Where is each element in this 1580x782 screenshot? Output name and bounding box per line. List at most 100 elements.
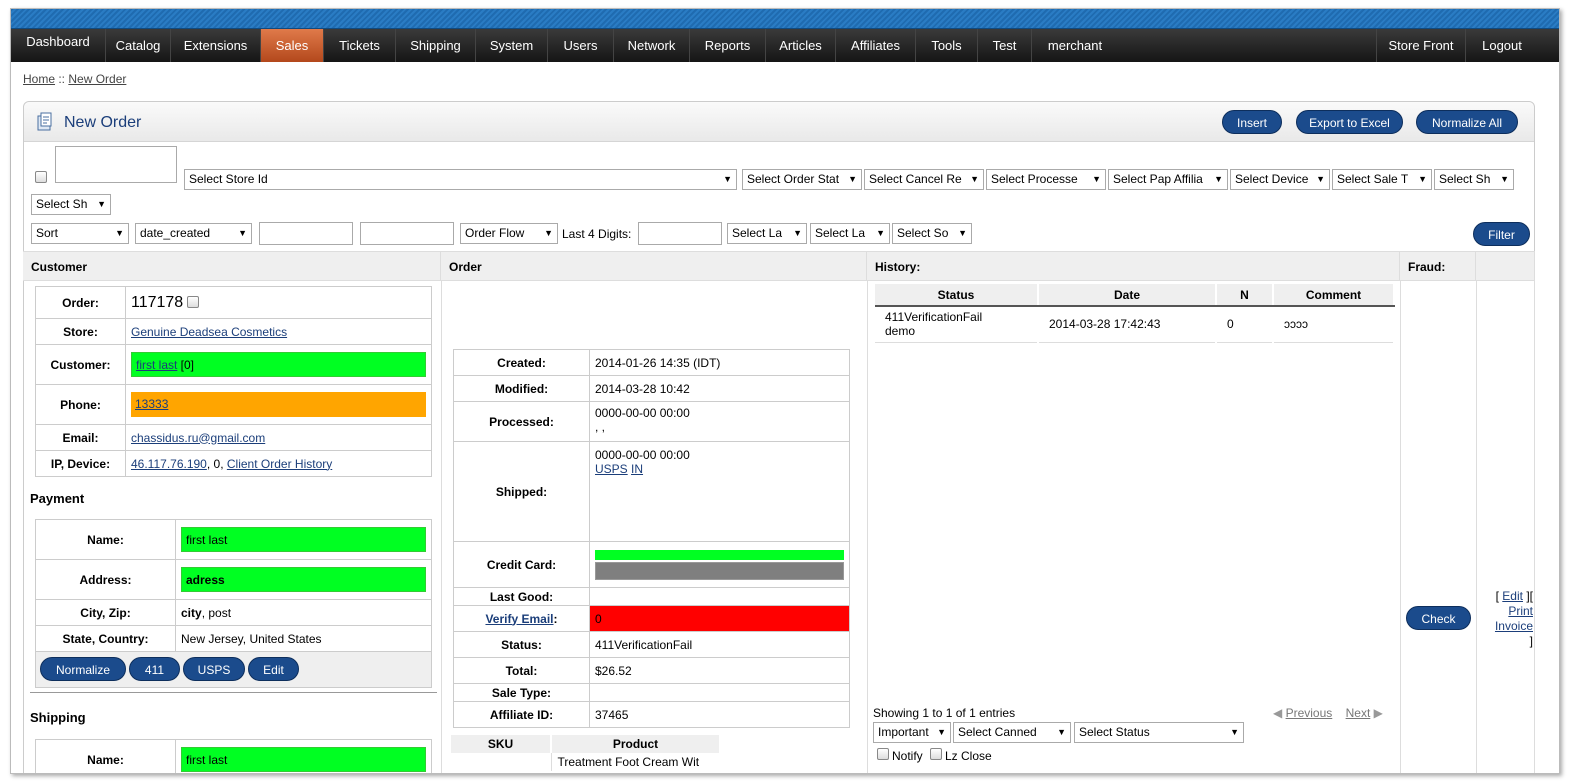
verify-email-link[interactable]: Verify Email xyxy=(485,612,553,626)
date-from-input[interactable] xyxy=(259,222,353,245)
411-button[interactable]: 411 xyxy=(129,657,180,681)
ip-link[interactable]: 46.117.76.190 xyxy=(131,457,207,471)
la-select-2[interactable]: Select La ▼ xyxy=(810,223,890,244)
invoice-link[interactable]: Invoice xyxy=(1495,619,1533,633)
history-n-header[interactable]: N xyxy=(1216,284,1274,307)
sale-type-select[interactable]: Select Sale T ▼ xyxy=(1332,169,1432,190)
history-status-header[interactable]: Status xyxy=(875,284,1039,307)
nav-merchant[interactable]: merchant xyxy=(1032,29,1118,62)
chevron-down-icon: ▼ xyxy=(1316,174,1325,184)
device-select[interactable]: Select Device ▼ xyxy=(1230,169,1330,190)
processed-select[interactable]: Select Processe ▼ xyxy=(986,169,1106,190)
status-select-value: Select Status xyxy=(1079,725,1150,739)
nav-store-front[interactable]: Store Front xyxy=(1376,29,1466,62)
city-label: City, Zip: xyxy=(35,599,176,626)
normalize-all-button[interactable]: Normalize All xyxy=(1416,110,1518,134)
box-header: New Order Insert Export to Excel Normali… xyxy=(24,102,1534,142)
so-select[interactable]: Select So ▼ xyxy=(892,223,972,244)
customer-link[interactable]: first last xyxy=(136,358,177,372)
nav-users[interactable]: Users xyxy=(548,29,614,62)
created-value: 2014-01-26 14:35 (IDT) xyxy=(589,349,850,376)
order-status-select[interactable]: Select Order Stat ▼ xyxy=(742,169,862,190)
print-link[interactable]: Print xyxy=(1508,604,1533,618)
last4-input[interactable] xyxy=(638,222,722,245)
select-all-checkbox[interactable] xyxy=(35,171,47,183)
email-label: Email: xyxy=(35,424,126,451)
insert-button[interactable]: Insert xyxy=(1222,110,1282,134)
ship-usps-link[interactable]: USPS xyxy=(595,462,628,476)
status-label: Status: xyxy=(453,631,590,658)
breadcrumb-current[interactable]: New Order xyxy=(68,72,126,86)
nav-reports[interactable]: Reports xyxy=(690,29,766,62)
breadcrumb: Home :: New Order xyxy=(23,72,126,86)
search-textarea[interactable] xyxy=(55,146,177,183)
ship-in-link[interactable]: IN xyxy=(631,462,643,476)
sort-field-value: date_created xyxy=(140,226,211,240)
sku-header: SKU xyxy=(451,735,552,753)
important-select[interactable]: Important ▼ xyxy=(873,722,951,743)
lz-close-checkbox[interactable] xyxy=(930,748,942,760)
nav-logout[interactable]: Logout xyxy=(1466,29,1538,62)
zip-value: , post xyxy=(201,605,232,620)
edit-payment-button[interactable]: Edit xyxy=(248,657,299,681)
shipped-value: 0000-00-00 00:00 xyxy=(595,448,690,462)
history-date-header[interactable]: Date xyxy=(1038,284,1217,307)
nav-extensions[interactable]: Extensions xyxy=(171,29,261,62)
chevron-down-icon: ▼ xyxy=(848,174,857,184)
order-flow-select[interactable]: Order Flow ▼ xyxy=(460,223,558,244)
notify-checkbox[interactable] xyxy=(877,748,889,760)
nav-test[interactable]: Test xyxy=(978,29,1032,62)
processed-extra: , , xyxy=(595,420,606,434)
usps-button[interactable]: USPS xyxy=(183,657,245,681)
device-value: , 0, xyxy=(206,456,227,471)
sort-select[interactable]: Sort ▼ xyxy=(31,223,129,244)
history-comment-header[interactable]: Comment xyxy=(1273,284,1395,307)
chevron-down-icon: ▼ xyxy=(1214,174,1223,184)
export-excel-button[interactable]: Export to Excel xyxy=(1296,110,1403,134)
nav-tools[interactable]: Tools xyxy=(916,29,978,62)
sort-field-select[interactable]: date_created ▼ xyxy=(135,223,252,244)
phone-link[interactable]: 13333 xyxy=(135,397,168,411)
nav-network[interactable]: Network xyxy=(614,29,690,62)
ship-select-1[interactable]: Select Sh ▼ xyxy=(1434,169,1514,190)
date-to-input[interactable] xyxy=(360,222,454,245)
notify-label: Notify xyxy=(892,749,923,763)
nav-system[interactable]: System xyxy=(476,29,548,62)
order-checkbox[interactable] xyxy=(186,295,199,308)
chevron-down-icon: ▼ xyxy=(876,228,885,238)
client-history-link[interactable]: Client Order History xyxy=(227,457,332,471)
store-select[interactable]: Select Store Id ▼ xyxy=(184,169,737,190)
processed-value: 0000-00-00 00:00 xyxy=(595,406,690,420)
nav-tickets[interactable]: Tickets xyxy=(324,29,396,62)
status-select[interactable]: Select Status ▼ xyxy=(1074,722,1244,743)
next-link[interactable]: Next xyxy=(1346,706,1371,720)
address-label: Address: xyxy=(35,559,176,600)
product-table: SKU Product Treatment Foot Cream Wit xyxy=(451,735,719,771)
nav-catalog[interactable]: Catalog xyxy=(106,29,171,62)
filter-button[interactable]: Filter xyxy=(1473,222,1530,246)
ip-label: IP, Device: xyxy=(35,450,126,477)
canned-select[interactable]: Select Canned ▼ xyxy=(953,722,1071,743)
nav-sales[interactable]: Sales xyxy=(261,29,324,62)
nav-shipping[interactable]: Shipping xyxy=(396,29,476,62)
nav-dashboard[interactable]: Dashboard xyxy=(11,29,106,62)
edit-link[interactable]: Edit xyxy=(1502,589,1523,603)
column-divider xyxy=(867,281,868,773)
breadcrumb-home[interactable]: Home xyxy=(23,72,55,86)
nav-affiliates[interactable]: Affiliates xyxy=(836,29,916,62)
cancel-reason-select[interactable]: Select Cancel Re ▼ xyxy=(864,169,984,190)
previous-link[interactable]: Previous xyxy=(1286,706,1333,720)
affiliate-label: Affiliate ID: xyxy=(453,701,590,728)
check-fraud-button[interactable]: Check xyxy=(1406,606,1471,630)
la-select-1[interactable]: Select La ▼ xyxy=(727,223,807,244)
pap-affiliate-select[interactable]: Select Pap Affilia ▼ xyxy=(1108,169,1228,190)
store-link[interactable]: Genuine Deadsea Cosmetics xyxy=(131,325,287,339)
column-order: Order xyxy=(441,251,867,281)
chevron-down-icon: ▼ xyxy=(1230,727,1239,737)
nav-articles[interactable]: Articles xyxy=(766,29,836,62)
last-good-label: Last Good: xyxy=(453,587,590,606)
normalize-button[interactable]: Normalize xyxy=(40,657,126,681)
processed-label: Processed: xyxy=(453,401,590,442)
email-link[interactable]: chassidus.ru@gmail.com xyxy=(131,431,265,445)
ship-select-2[interactable]: Select Sh ▼ xyxy=(31,194,111,215)
